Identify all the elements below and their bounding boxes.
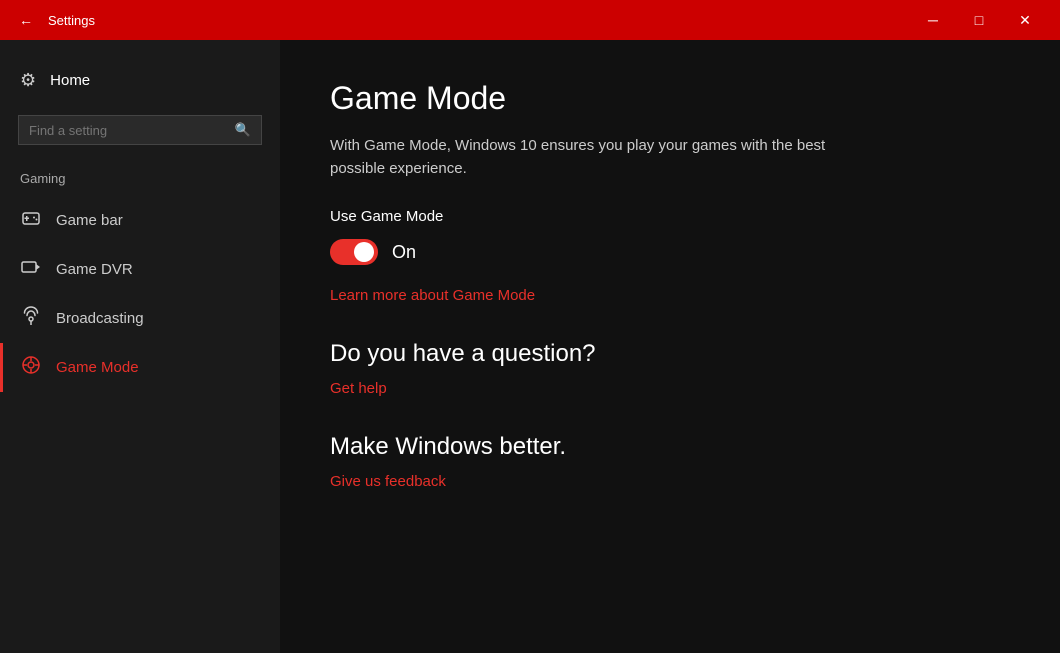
close-icon: ✕ xyxy=(1019,12,1031,29)
sidebar-item-game-dvr[interactable]: Game DVR xyxy=(0,245,280,294)
feedback-link[interactable]: Give us feedback xyxy=(330,473,446,490)
back-icon: ← xyxy=(19,12,33,28)
sidebar-item-broadcasting[interactable]: Broadcasting xyxy=(0,294,280,343)
minimize-button[interactable]: ─ xyxy=(910,0,956,40)
get-help-link[interactable]: Get help xyxy=(330,380,387,397)
broadcasting-icon xyxy=(20,306,42,331)
sidebar-item-game-bar[interactable]: Game bar xyxy=(0,196,280,245)
back-button[interactable]: ← xyxy=(12,6,40,34)
window-title: Settings xyxy=(48,13,910,28)
game-mode-toggle[interactable] xyxy=(330,239,378,265)
game-mode-icon xyxy=(20,355,42,380)
sidebar-item-broadcasting-label: Broadcasting xyxy=(56,310,144,327)
sidebar-item-game-bar-label: Game bar xyxy=(56,212,123,229)
maximize-icon: □ xyxy=(975,12,983,28)
sidebar-item-home[interactable]: ⚙ Home xyxy=(0,60,280,101)
search-input[interactable] xyxy=(29,123,235,138)
toggle-knob xyxy=(354,242,374,262)
make-better-heading: Make Windows better. xyxy=(330,433,1010,461)
home-label: Home xyxy=(50,72,90,89)
search-icon: 🔍 xyxy=(235,122,251,138)
sidebar-item-game-mode[interactable]: Game Mode xyxy=(0,343,280,392)
toggle-state-label: On xyxy=(392,242,416,263)
game-bar-icon xyxy=(20,208,42,233)
minimize-icon: ─ xyxy=(928,12,938,28)
main-content: Game Mode With Game Mode, Windows 10 ens… xyxy=(280,40,1060,653)
close-button[interactable]: ✕ xyxy=(1002,0,1048,40)
home-icon: ⚙ xyxy=(20,70,36,91)
use-game-mode-label: Use Game Mode xyxy=(330,208,1010,225)
search-box[interactable]: 🔍 xyxy=(18,115,262,145)
sidebar-item-game-mode-label: Game Mode xyxy=(56,359,139,376)
game-dvr-icon xyxy=(20,257,42,282)
window-controls: ─ □ ✕ xyxy=(910,0,1048,40)
question-heading: Do you have a question? xyxy=(330,340,1010,368)
page-title: Game Mode xyxy=(330,80,1010,117)
sidebar-item-game-dvr-label: Game DVR xyxy=(56,261,133,278)
title-bar: ← Settings ─ □ ✕ xyxy=(0,0,1060,40)
app-body: ⚙ Home 🔍 Gaming Game bar xyxy=(0,40,1060,653)
sidebar-section-label: Gaming xyxy=(0,167,280,196)
page-description: With Game Mode, Windows 10 ensures you p… xyxy=(330,135,850,180)
sidebar: ⚙ Home 🔍 Gaming Game bar xyxy=(0,40,280,653)
maximize-button[interactable]: □ xyxy=(956,0,1002,40)
learn-more-link[interactable]: Learn more about Game Mode xyxy=(330,287,535,304)
toggle-row: On xyxy=(330,239,1010,265)
